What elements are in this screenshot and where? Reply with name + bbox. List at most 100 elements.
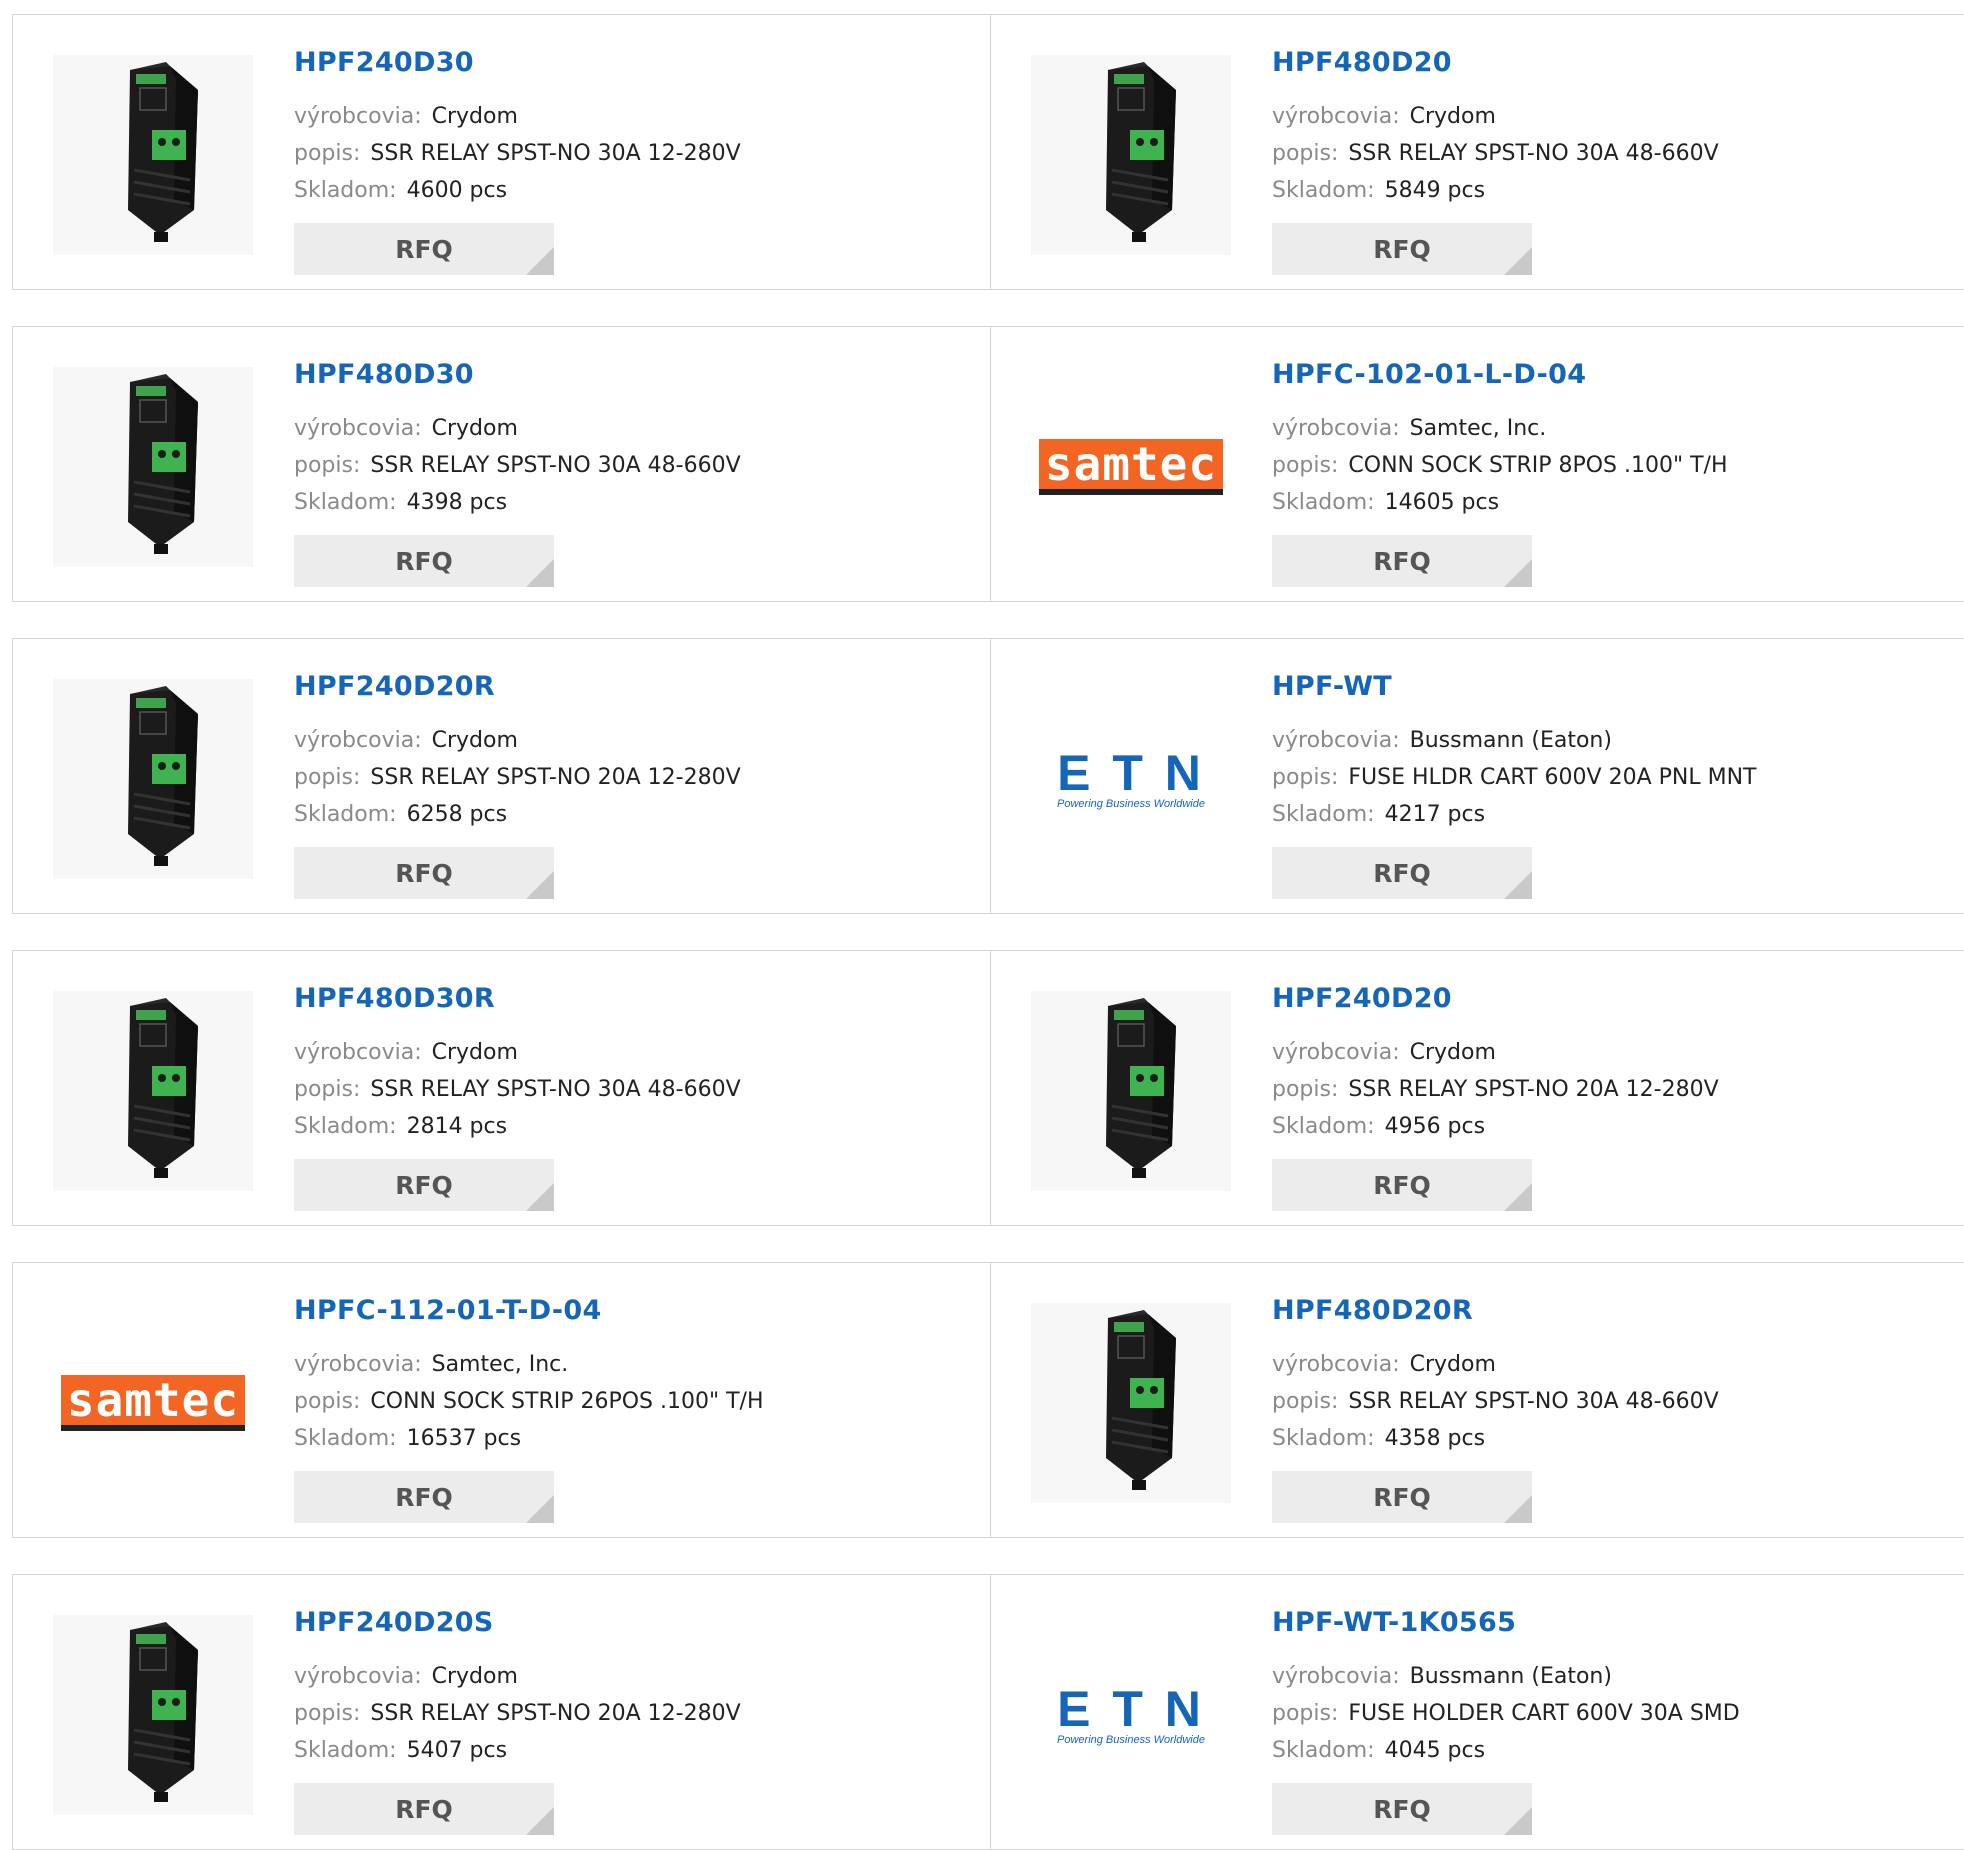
rfq-button[interactable]: RFQ xyxy=(294,1783,554,1835)
part-number-link[interactable]: HPF-WT-1K0565 xyxy=(1272,1607,1740,1638)
description-label: popis: xyxy=(1272,1389,1339,1414)
eaton-logo: E T N Powering Business Worldwide xyxy=(1057,1684,1205,1746)
manufacturer-row: výrobcovia: Bussmann (Eaton) xyxy=(1272,1658,1740,1695)
manufacturer-label: výrobcovia: xyxy=(294,1664,422,1689)
product-image[interactable]: E T N Powering Business Worldwide xyxy=(1031,1615,1231,1815)
rfq-button[interactable]: RFQ xyxy=(1272,1783,1532,1835)
description-row: popis: SSR RELAY SPST-NO 30A 48-660V xyxy=(1272,135,1719,172)
manufacturer-label: výrobcovia: xyxy=(1272,1352,1400,1377)
description-row: popis: CONN SOCK STRIP 8POS .100" T/H xyxy=(1272,447,1728,484)
stock-value: 4358 pcs xyxy=(1384,1426,1486,1451)
stock-row: Skladom: 4600 pcs xyxy=(294,172,741,209)
stock-value: 5849 pcs xyxy=(1384,178,1486,203)
rfq-label: RFQ xyxy=(395,1170,453,1200)
product-card: samtec HPFC-102-01-L-D-04 výrobcovia: Sam… xyxy=(990,326,1964,602)
rfq-corner-decoration xyxy=(1504,1495,1532,1523)
description-value: SSR RELAY SPST-NO 20A 12-280V xyxy=(370,1701,741,1726)
stock-row: Skladom: 16537 pcs xyxy=(294,1420,764,1457)
rfq-label: RFQ xyxy=(1373,1170,1431,1200)
description-value: FUSE HOLDER CART 600V 30A SMD xyxy=(1348,1701,1740,1726)
part-number-link[interactable]: HPF240D30 xyxy=(294,47,741,78)
part-number-link[interactable]: HPF480D20 xyxy=(1272,47,1719,78)
stock-label: Skladom: xyxy=(1272,802,1375,827)
rfq-label: RFQ xyxy=(1373,546,1431,576)
product-info: HPF-WT výrobcovia: Bussmann (Eaton) popis… xyxy=(1272,671,1756,899)
product-card: HPF240D30 výrobcovia: Crydom popis: SSR RE… xyxy=(12,14,990,290)
description-value: SSR RELAY SPST-NO 30A 48-660V xyxy=(370,1077,741,1102)
description-value: SSR RELAY SPST-NO 30A 48-660V xyxy=(370,453,741,478)
product-info: HPF480D20 výrobcovia: Crydom popis: SSR RE… xyxy=(1272,47,1719,275)
manufacturer-row: výrobcovia: Crydom xyxy=(294,410,741,447)
relay-icon xyxy=(1106,62,1176,242)
rfq-button[interactable]: RFQ xyxy=(294,1471,554,1523)
manufacturer-value: Crydom xyxy=(1409,1040,1496,1065)
relay-icon xyxy=(1106,998,1176,1178)
manufacturer-label: výrobcovia: xyxy=(1272,104,1400,129)
product-card: HPF240D20S výrobcovia: Crydom popis: SSR R… xyxy=(12,1574,990,1850)
manufacturer-value: Crydom xyxy=(1409,1352,1496,1377)
rfq-label: RFQ xyxy=(395,858,453,888)
product-card: E T N Powering Business Worldwide HPF-WT … xyxy=(990,638,1964,914)
product-image[interactable] xyxy=(1031,55,1231,255)
rfq-button[interactable]: RFQ xyxy=(1272,223,1532,275)
rfq-corner-decoration xyxy=(1504,871,1532,899)
rfq-button[interactable]: RFQ xyxy=(1272,1159,1532,1211)
part-number-link[interactable]: HPF-WT xyxy=(1272,671,1756,702)
part-number-link[interactable]: HPFC-112-01-T-D-04 xyxy=(294,1295,764,1326)
product-image[interactable] xyxy=(53,679,253,879)
description-value: SSR RELAY SPST-NO 30A 48-660V xyxy=(1348,1389,1719,1414)
product-image[interactable] xyxy=(1031,1303,1231,1503)
stock-row: Skladom: 4956 pcs xyxy=(1272,1108,1719,1145)
rfq-button[interactable]: RFQ xyxy=(294,223,554,275)
rfq-corner-decoration xyxy=(526,1807,554,1835)
stock-value: 4217 pcs xyxy=(1384,802,1486,827)
part-number-link[interactable]: HPF240D20S xyxy=(294,1607,741,1638)
rfq-corner-decoration xyxy=(526,1495,554,1523)
manufacturer-label: výrobcovia: xyxy=(294,104,422,129)
part-number-link[interactable]: HPF240D20R xyxy=(294,671,741,702)
description-value: SSR RELAY SPST-NO 20A 12-280V xyxy=(1348,1077,1719,1102)
description-value: SSR RELAY SPST-NO 30A 12-280V xyxy=(370,141,741,166)
rfq-button[interactable]: RFQ xyxy=(1272,535,1532,587)
manufacturer-label: výrobcovia: xyxy=(1272,416,1400,441)
product-image[interactable]: samtec xyxy=(1031,367,1231,567)
part-number-link[interactable]: HPF480D30 xyxy=(294,359,741,390)
rfq-corner-decoration xyxy=(526,247,554,275)
part-number-link[interactable]: HPF480D20R xyxy=(1272,1295,1719,1326)
stock-label: Skladom: xyxy=(294,178,397,203)
product-info: HPF-WT-1K0565 výrobcovia: Bussmann (Eaton… xyxy=(1272,1607,1740,1835)
manufacturer-value: Crydom xyxy=(431,728,518,753)
rfq-button[interactable]: RFQ xyxy=(1272,847,1532,899)
stock-value: 4398 pcs xyxy=(406,490,508,515)
product-image[interactable] xyxy=(53,991,253,1191)
description-label: popis: xyxy=(1272,453,1339,478)
part-number-link[interactable]: HPF240D20 xyxy=(1272,983,1719,1014)
rfq-button[interactable]: RFQ xyxy=(294,1159,554,1211)
stock-label: Skladom: xyxy=(1272,490,1375,515)
rfq-button[interactable]: RFQ xyxy=(294,847,554,899)
rfq-button[interactable]: RFQ xyxy=(294,535,554,587)
product-image[interactable] xyxy=(53,55,253,255)
manufacturer-row: výrobcovia: Crydom xyxy=(1272,98,1719,135)
product-card: HPF480D20 výrobcovia: Crydom popis: SSR RE… xyxy=(990,14,1964,290)
manufacturer-label: výrobcovia: xyxy=(294,1352,422,1377)
product-image[interactable] xyxy=(53,367,253,567)
manufacturer-label: výrobcovia: xyxy=(1272,1664,1400,1689)
product-image[interactable]: E T N Powering Business Worldwide xyxy=(1031,679,1231,879)
manufacturer-label: výrobcovia: xyxy=(294,728,422,753)
stock-label: Skladom: xyxy=(1272,1426,1375,1451)
product-image[interactable] xyxy=(1031,991,1231,1191)
relay-icon xyxy=(128,62,198,242)
stock-label: Skladom: xyxy=(1272,1114,1375,1139)
description-row: popis: SSR RELAY SPST-NO 20A 12-280V xyxy=(1272,1071,1719,1108)
stock-row: Skladom: 4398 pcs xyxy=(294,484,741,521)
stock-row: Skladom: 4045 pcs xyxy=(1272,1732,1740,1769)
rfq-corner-decoration xyxy=(526,871,554,899)
manufacturer-value: Crydom xyxy=(431,416,518,441)
product-image[interactable]: samtec xyxy=(53,1303,253,1503)
rfq-button[interactable]: RFQ xyxy=(1272,1471,1532,1523)
part-number-link[interactable]: HPF480D30R xyxy=(294,983,741,1014)
product-image[interactable] xyxy=(53,1615,253,1815)
stock-row: Skladom: 5849 pcs xyxy=(1272,172,1719,209)
part-number-link[interactable]: HPFC-102-01-L-D-04 xyxy=(1272,359,1728,390)
